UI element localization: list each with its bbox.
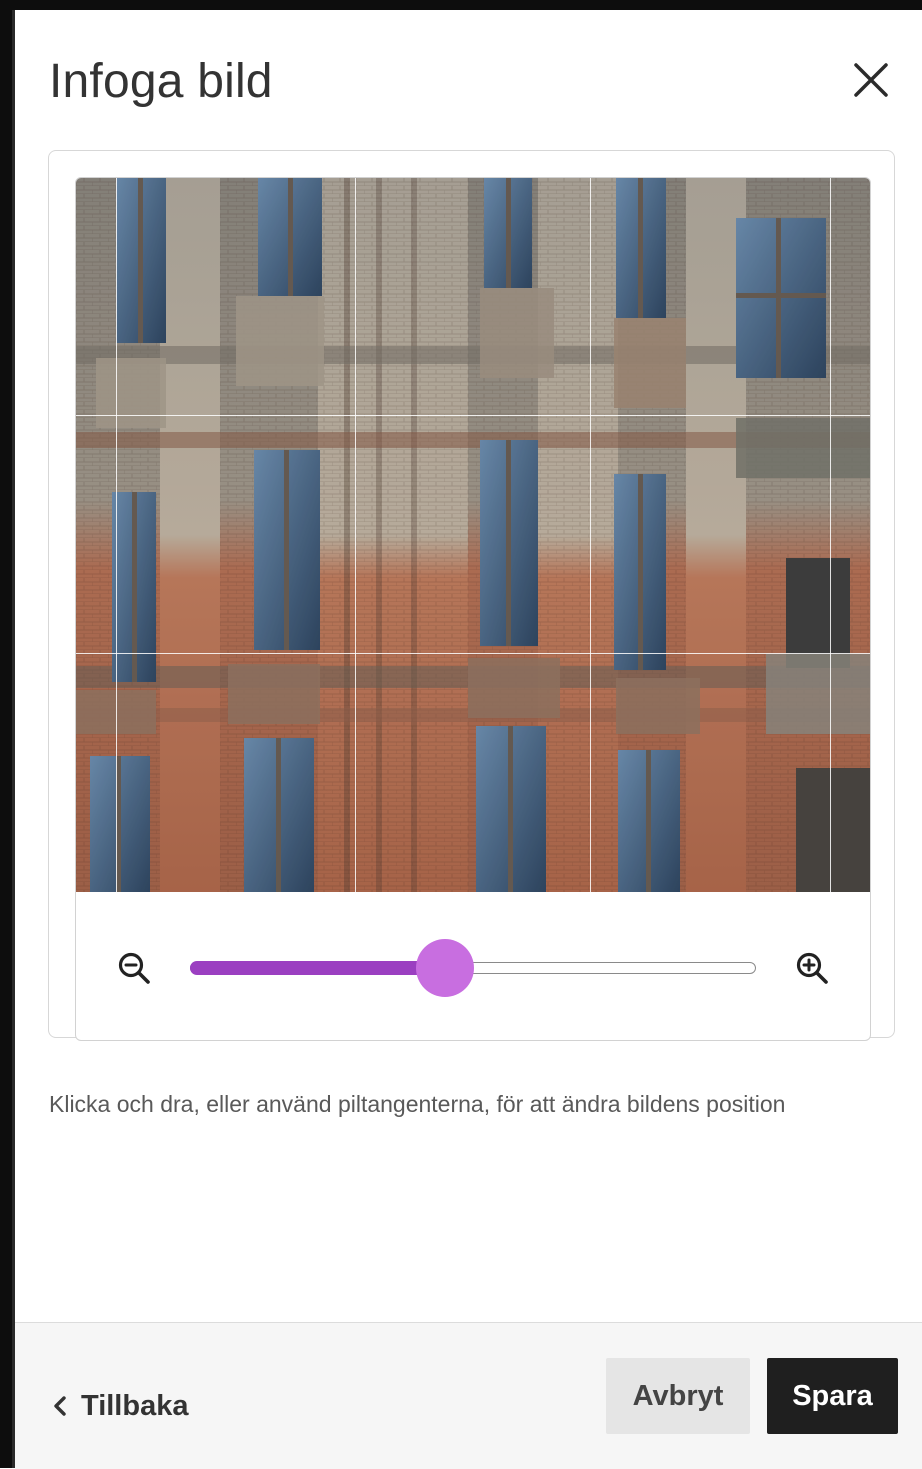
crop-grid-line — [76, 653, 870, 654]
zoom-slider-thumb[interactable] — [415, 939, 474, 997]
crop-grid-line — [830, 178, 831, 892]
crop-grid-line — [76, 415, 870, 416]
chevron-left-icon — [54, 1396, 66, 1416]
building-photo — [76, 178, 870, 892]
zoom-in-icon — [796, 952, 828, 984]
dialog-title: Infoga bild — [49, 55, 273, 108]
cancel-button[interactable]: Avbryt — [606, 1358, 750, 1434]
back-button-label: Tillbaka — [81, 1389, 189, 1422]
insert-image-dialog: Infoga bild Klicka och dra, eller använd… — [15, 10, 922, 1469]
zoom-controls — [76, 892, 870, 1040]
window-frame-top — [0, 0, 922, 10]
crop-grid-line — [355, 178, 356, 892]
crop-grid-line — [590, 178, 591, 892]
image-crop-area — [75, 177, 871, 1041]
crop-grid-line — [116, 178, 117, 892]
close-icon — [854, 63, 888, 97]
position-hint-text: Klicka och dra, eller använd piltangente… — [49, 1091, 786, 1117]
zoom-out-icon — [118, 952, 150, 984]
close-button[interactable] — [841, 50, 901, 110]
back-button[interactable]: Tillbaka — [51, 1381, 188, 1431]
zoom-out-button[interactable] — [112, 946, 156, 990]
zoom-in-button[interactable] — [790, 946, 834, 990]
image-preview[interactable] — [76, 178, 870, 892]
image-editor-card — [48, 150, 895, 1041]
dialog-footer: Tillbaka Avbryt Spara — [15, 1322, 922, 1469]
save-button[interactable]: Spara — [767, 1358, 898, 1434]
window-frame-left — [0, 0, 12, 1468]
zoom-slider-fill — [190, 961, 445, 975]
